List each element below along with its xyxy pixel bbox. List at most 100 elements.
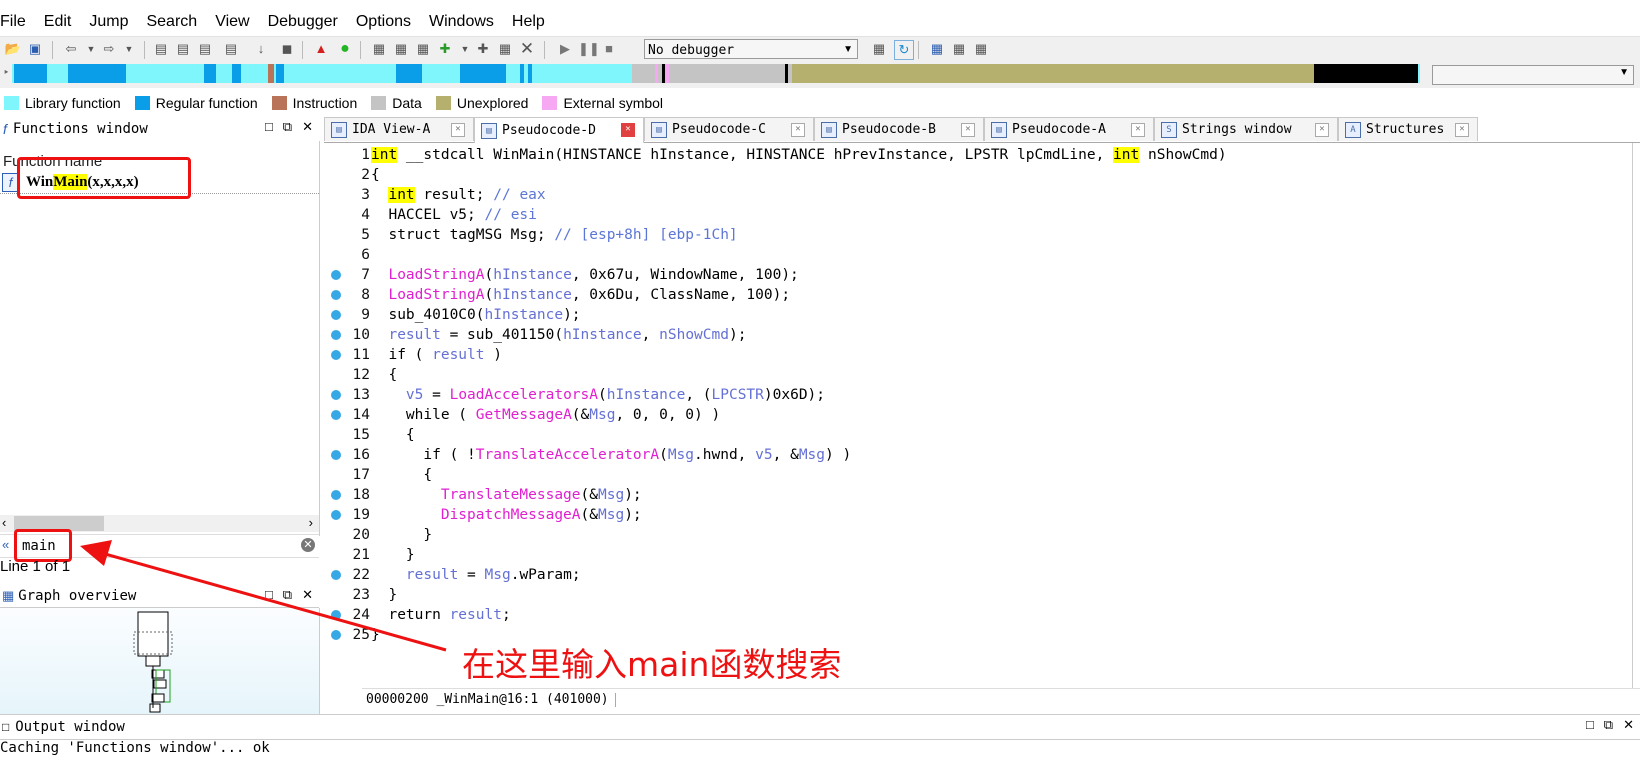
tab-strings-window[interactable]: S Strings window ✕ bbox=[1154, 117, 1338, 141]
patch-icon[interactable]: ✚ bbox=[474, 40, 492, 58]
restore-icon[interactable]: □ bbox=[265, 119, 273, 135]
code-line: 4 HACCEL v5; // esi bbox=[361, 207, 537, 223]
pause-icon[interactable]: ❚❚ bbox=[578, 40, 600, 58]
code-pane-border bbox=[1632, 143, 1633, 691]
debugger-options-icon[interactable]: ▦ bbox=[972, 40, 990, 58]
code-line: 18 TranslateMessage(&Msg); bbox=[324, 485, 1640, 505]
breakpoints-icon[interactable]: ▦ bbox=[928, 40, 946, 58]
warning-icon[interactable]: ▲ bbox=[312, 40, 330, 58]
step-into-icon[interactable]: ▦ bbox=[870, 40, 888, 58]
save-icon[interactable]: ▣ bbox=[26, 40, 44, 58]
hex-icon[interactable]: ▦ bbox=[496, 40, 514, 58]
close-icon[interactable]: ✕ bbox=[1623, 717, 1634, 733]
debugger-select[interactable]: No debugger ▼ bbox=[644, 39, 858, 59]
menu-edit[interactable]: Edit bbox=[34, 13, 80, 31]
menu-jump[interactable]: Jump bbox=[79, 13, 136, 31]
menu-search[interactable]: Search bbox=[136, 13, 205, 31]
step-over-icon[interactable]: ↻ bbox=[894, 40, 914, 60]
code-line: 6 bbox=[361, 247, 370, 263]
restore-icon[interactable]: □ bbox=[1586, 717, 1594, 733]
legend-item-library: Library function bbox=[0, 95, 121, 111]
graph-icon: ▦ bbox=[2, 588, 15, 603]
pseudocode-icon: ▤ bbox=[651, 121, 667, 138]
menu-debugger[interactable]: Debugger bbox=[258, 13, 346, 31]
plugin-dropdown-icon[interactable]: ▼ bbox=[456, 40, 474, 58]
navigation-dropdown[interactable]: ▼ bbox=[1432, 65, 1634, 85]
graph-overview-thumbnail bbox=[133, 611, 173, 713]
restore-icon[interactable]: □ bbox=[265, 587, 273, 603]
tab-pseudocode-c[interactable]: ▤ Pseudocode-C ✕ bbox=[644, 117, 814, 141]
stop-icon[interactable]: ■ bbox=[600, 40, 618, 58]
open-icon[interactable]: 📂 bbox=[4, 40, 22, 58]
back-dropdown-icon[interactable]: ▼ bbox=[82, 40, 100, 58]
code-line: 21 } bbox=[352, 547, 415, 563]
structures-icon: A bbox=[1345, 121, 1361, 138]
graph-overview-title: Graph overview bbox=[18, 588, 137, 604]
pseudocode-view[interactable]: 1 int __stdcall WinMain(HINSTANCE hInstan… bbox=[324, 143, 1640, 691]
output-window-title: Output window bbox=[15, 719, 125, 735]
close-tab-icon[interactable]: ✕ bbox=[621, 123, 635, 137]
chevron-down-icon: ▼ bbox=[843, 44, 853, 55]
functions-window-header: f Functions window □ ⧉ ✕ bbox=[0, 117, 319, 142]
green-circle-icon[interactable]: ● bbox=[336, 40, 354, 58]
legend-item-regular: Regular function bbox=[131, 95, 258, 111]
toolbar: 📂 ▣ ⇦ ▼ ⇨ ▼ ▤ ▤ ▤ ▤ ↓ ◼ ▲ ● ▦ ▦ ▦ ✚ ▼ ✚ … bbox=[0, 36, 1640, 64]
close-tab-icon[interactable]: ✕ bbox=[1455, 123, 1469, 137]
tab-bar: ▤ IDA View-A ✕ ▤ Pseudocode-D ✕ ▤ Pseudo… bbox=[324, 117, 1640, 143]
graph-overview[interactable] bbox=[0, 608, 320, 714]
clear-search-icon[interactable]: ✕ bbox=[301, 538, 315, 552]
tab-pseudocode-d[interactable]: ▤ Pseudocode-D ✕ bbox=[474, 117, 644, 143]
float-icon[interactable]: ⧉ bbox=[283, 587, 292, 603]
search-next-icon[interactable]: ▤ bbox=[222, 40, 240, 58]
legend-item-instruction: Instruction bbox=[268, 95, 357, 111]
scroll-left-icon[interactable]: ‹ bbox=[2, 515, 6, 530]
add-struct-icon[interactable]: ▦ bbox=[392, 40, 410, 58]
legend-item-unexplored: Unexplored bbox=[432, 95, 528, 111]
close-tab-icon[interactable]: ✕ bbox=[451, 123, 465, 137]
code-line: 8 LoadStringA(hInstance, 0x6Du, ClassNam… bbox=[324, 285, 1640, 305]
jump-icon[interactable]: ↓ bbox=[252, 40, 270, 58]
float-icon[interactable]: ⧉ bbox=[1604, 717, 1613, 733]
tab-ida-view-a[interactable]: ▤ IDA View-A ✕ bbox=[324, 117, 474, 141]
search-text-icon[interactable]: ▤ bbox=[152, 40, 170, 58]
menu-options[interactable]: Options bbox=[346, 13, 419, 31]
search-binary-icon[interactable]: ▤ bbox=[174, 40, 192, 58]
close-icon[interactable]: ✕ bbox=[302, 119, 313, 135]
search-icon: « bbox=[2, 537, 10, 552]
menu-help[interactable]: Help bbox=[502, 13, 553, 31]
add-segment-icon[interactable]: ▦ bbox=[370, 40, 388, 58]
menu-view[interactable]: View bbox=[205, 13, 257, 31]
highlight-box-function bbox=[17, 157, 191, 199]
menu-windows[interactable]: Windows bbox=[419, 13, 502, 31]
search-immediate-icon[interactable]: ▤ bbox=[196, 40, 214, 58]
close-tab-icon[interactable]: ✕ bbox=[1315, 123, 1329, 137]
debugger-select-value: No debugger bbox=[648, 43, 735, 58]
code-status-bar: 00000200 _WinMain@16:1 (401000) bbox=[362, 688, 1640, 710]
close-tab-icon[interactable]: ✕ bbox=[791, 123, 805, 137]
close-icon[interactable]: ✕ bbox=[518, 40, 536, 58]
float-icon[interactable]: ⧉ bbox=[283, 119, 292, 135]
code-line: 11 if ( result ) bbox=[324, 345, 1640, 365]
forward-icon[interactable]: ⇨ bbox=[100, 40, 118, 58]
forward-dropdown-icon[interactable]: ▼ bbox=[120, 40, 138, 58]
plugin-icon[interactable]: ✚ bbox=[436, 40, 454, 58]
tab-pseudocode-b[interactable]: ▤ Pseudocode-B ✕ bbox=[814, 117, 984, 141]
tab-pseudocode-a[interactable]: ▤ Pseudocode-A ✕ bbox=[984, 117, 1154, 141]
menu-bar: File Edit Jump Search View Debugger Opti… bbox=[0, 8, 1640, 36]
navigation-band: ‣ ▼ bbox=[0, 62, 1640, 88]
code-line: 16 if ( !TranslateAcceleratorA(Msg.hwnd,… bbox=[324, 445, 1640, 465]
close-icon[interactable]: ✕ bbox=[302, 587, 313, 603]
close-tab-icon[interactable]: ✕ bbox=[961, 123, 975, 137]
run-icon[interactable]: ▶ bbox=[556, 40, 574, 58]
tracing-icon[interactable]: ▦ bbox=[950, 40, 968, 58]
code-icon[interactable]: ◼ bbox=[278, 40, 296, 58]
output-window-header: □ Output window □ ⧉ ✕ bbox=[0, 714, 1640, 740]
navigation-bar[interactable] bbox=[12, 64, 1420, 83]
functions-window-title: Functions window bbox=[12, 121, 148, 137]
menu-file[interactable]: File bbox=[0, 13, 34, 31]
close-tab-icon[interactable]: ✕ bbox=[1131, 123, 1145, 137]
back-icon[interactable]: ⇦ bbox=[62, 40, 80, 58]
scroll-right-icon[interactable]: › bbox=[309, 515, 313, 530]
tab-structures[interactable]: A Structures ✕ bbox=[1338, 117, 1478, 141]
add-enum-icon[interactable]: ▦ bbox=[414, 40, 432, 58]
